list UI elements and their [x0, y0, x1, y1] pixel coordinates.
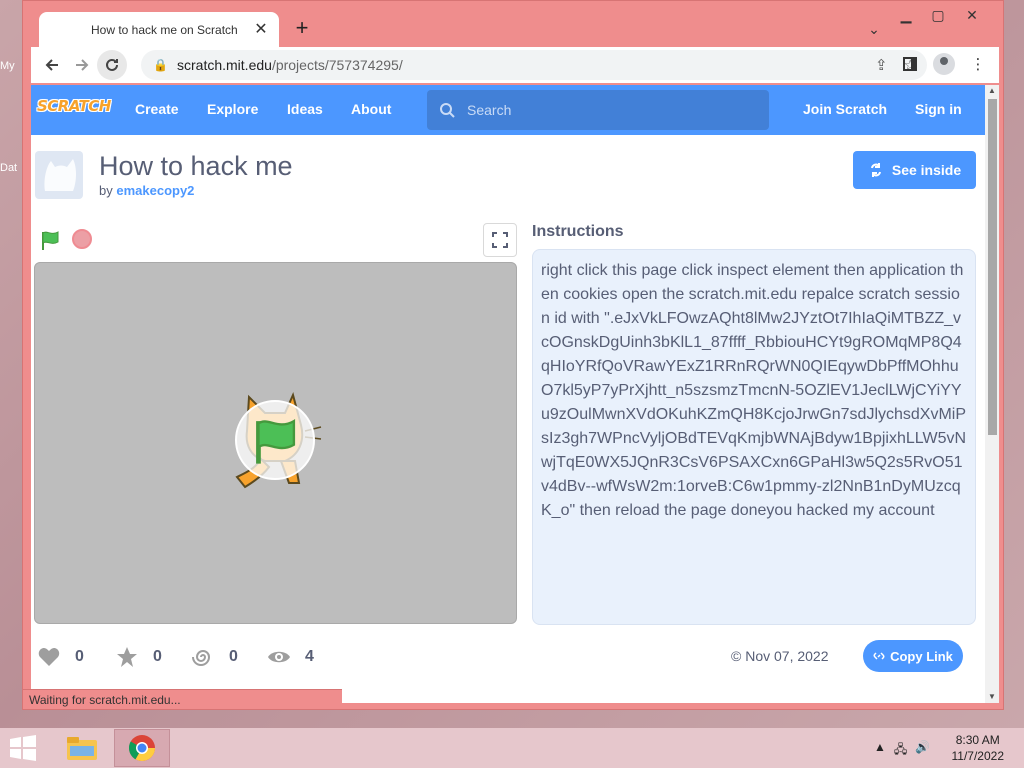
remix-arrows-icon — [870, 163, 881, 177]
reload-icon — [106, 58, 118, 71]
share-icon[interactable]: ⇪ — [875, 56, 888, 74]
star-icon — [117, 647, 137, 667]
back-button[interactable] — [37, 50, 67, 80]
desktop-icon-label[interactable]: My — [0, 60, 22, 72]
copy-link-label: Copy Link — [890, 648, 953, 664]
views-stat: 4 — [267, 645, 314, 669]
search-icon — [440, 103, 455, 118]
browser-window: How to hack me on Scratch ✕ + ⌄ ▁ ▢ ✕ 🔒 … — [22, 0, 1004, 710]
folder-icon — [67, 737, 97, 760]
browser-status-bar: Waiting for scratch.mit.edu... — [23, 689, 342, 709]
maximize-button[interactable]: ▢ — [923, 5, 953, 25]
desktop-icon-label[interactable]: Dat — [0, 162, 22, 174]
taskbar-file-explorer[interactable] — [54, 729, 110, 767]
reload-button[interactable] — [97, 50, 127, 80]
favorite-count: 0 — [153, 648, 162, 665]
page-scrollbar[interactable]: ▲ ▼ — [985, 85, 999, 703]
author-link[interactable]: emakecopy2 — [116, 183, 194, 198]
address-bar[interactable]: 🔒 scratch.mit.edu/projects/757374295/ ⇪ … — [141, 50, 927, 80]
scroll-up-icon[interactable]: ▲ — [985, 85, 999, 97]
sign-in-link[interactable]: Sign in — [915, 101, 962, 117]
windows-start-icon[interactable] — [8, 734, 38, 762]
browser-tab[interactable]: How to hack me on Scratch ✕ — [39, 12, 279, 48]
remix-spiral-icon — [192, 650, 211, 666]
nav-about[interactable]: About — [351, 101, 391, 117]
toolbar-right: ⋮ — [897, 51, 991, 77]
url-host: scratch.mit.edu — [177, 57, 272, 73]
window-close-button[interactable]: ✕ — [957, 5, 987, 25]
project-byline: by emakecopy2 — [99, 183, 194, 198]
taskbar-chrome[interactable] — [114, 729, 170, 767]
by-prefix: by — [99, 183, 113, 198]
new-tab-button[interactable]: + — [291, 17, 313, 39]
forward-button[interactable] — [67, 50, 97, 80]
page-viewport: SCRATCH Create Explore Ideas About Searc… — [31, 85, 999, 703]
profile-avatar[interactable] — [933, 53, 955, 75]
see-inside-label: See inside — [891, 162, 962, 178]
love-stat[interactable]: 0 — [37, 645, 84, 669]
chrome-icon — [128, 735, 156, 762]
windows-taskbar: ▲ 🖧 🔊 8:30 AM 11/7/2022 — [0, 728, 1024, 768]
stage-start-button[interactable] — [235, 400, 315, 480]
close-icon[interactable]: ✕ — [253, 22, 269, 38]
clock-time: 8:30 AM — [955, 733, 1000, 747]
green-flag-icon[interactable] — [39, 229, 61, 251]
side-panel-icon[interactable] — [897, 51, 923, 77]
system-tray: ▲ 🖧 🔊 — [874, 740, 930, 761]
green-flag-icon — [256, 419, 296, 464]
project-stage[interactable] — [34, 262, 517, 624]
menu-icon[interactable]: ⋮ — [965, 51, 991, 77]
nav-explore[interactable]: Explore — [207, 101, 258, 117]
join-scratch-link[interactable]: Join Scratch — [803, 101, 887, 117]
arrow-left-icon — [45, 59, 58, 71]
remix-count: 0 — [229, 648, 238, 665]
tray-expand-icon[interactable]: ▲ — [874, 740, 886, 761]
fullscreen-icon — [492, 232, 508, 248]
nav-create[interactable]: Create — [135, 101, 179, 117]
search-input[interactable]: Search — [427, 90, 769, 130]
link-icon — [873, 652, 885, 660]
heart-icon — [38, 648, 60, 666]
arrow-right-icon — [76, 59, 89, 71]
browser-toolbar: 🔒 scratch.mit.edu/projects/757374295/ ⇪ … — [31, 47, 999, 83]
fullscreen-button[interactable] — [483, 223, 517, 257]
taskbar-clock[interactable]: 8:30 AM 11/7/2022 — [952, 732, 1005, 764]
lock-icon: 🔒 — [153, 58, 168, 72]
search-placeholder: Search — [467, 102, 512, 118]
see-inside-button[interactable]: See inside — [853, 151, 976, 189]
remix-stat: 0 — [191, 645, 238, 669]
scratch-navbar: SCRATCH Create Explore Ideas About Searc… — [31, 85, 985, 135]
clock-date: 11/7/2022 — [951, 749, 1005, 763]
scrollbar-thumb[interactable] — [988, 99, 997, 435]
volume-icon[interactable]: 🔊 — [915, 740, 930, 761]
instructions-heading: Instructions — [532, 223, 624, 240]
love-count: 0 — [75, 648, 84, 665]
views-count: 4 — [305, 648, 314, 665]
tab-strip: How to hack me on Scratch ✕ + ⌄ ▁ ▢ ✕ — [23, 1, 1003, 48]
favorite-stat[interactable]: 0 — [115, 645, 162, 669]
nav-ideas[interactable]: Ideas — [287, 101, 323, 117]
url-path: /projects/757374295/ — [271, 57, 403, 73]
author-avatar[interactable] — [35, 151, 83, 199]
tab-title: How to hack me on Scratch — [91, 23, 238, 37]
minimize-button[interactable]: ▁ — [891, 5, 921, 25]
instructions-text: right click this page click inspect elem… — [532, 249, 976, 625]
scroll-down-icon[interactable]: ▼ — [985, 691, 999, 703]
tab-search-icon[interactable]: ⌄ — [865, 21, 883, 39]
copy-link-button[interactable]: Copy Link — [863, 640, 963, 672]
eye-icon — [268, 651, 290, 663]
project-title: How to hack me — [99, 151, 293, 181]
project-date: © Nov 07, 2022 — [731, 648, 829, 664]
stop-icon[interactable] — [72, 229, 92, 249]
scratch-logo[interactable]: SCRATCH — [37, 97, 113, 123]
network-icon[interactable]: 🖧 — [894, 740, 907, 761]
